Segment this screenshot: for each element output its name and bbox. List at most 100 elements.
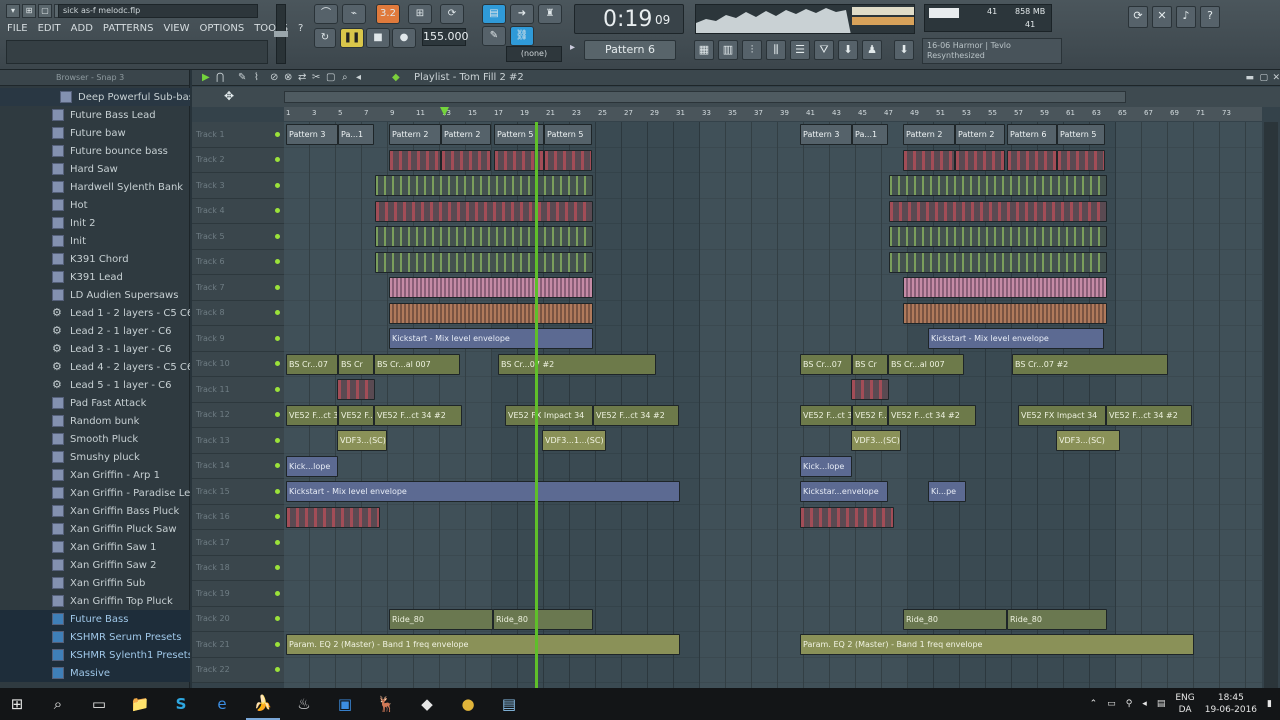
track-mute-led[interactable] xyxy=(275,463,280,469)
browser-item[interactable]: K391 Chord xyxy=(0,250,190,268)
stamp-icon[interactable]: ⬇ xyxy=(838,40,858,60)
playlist-clip[interactable]: BS Cr...07 xyxy=(286,353,338,375)
playlist-clip[interactable]: BS Cr...07 xyxy=(800,353,852,375)
browser-item[interactable]: Init 2 xyxy=(0,214,190,232)
playlist-clip[interactable]: Pattern 2 xyxy=(389,124,441,145)
horizontal-scroll-zoom[interactable]: ✥ xyxy=(192,87,1280,107)
search-icon[interactable]: ⌕ xyxy=(41,688,75,720)
restore-icon[interactable]: ▢ xyxy=(1259,70,1268,86)
playlist-clip[interactable]: Param. EQ 2 (Master) - Band 1 freq envel… xyxy=(800,634,1194,655)
playlist-clip[interactable]: Pattern 3 xyxy=(800,124,852,145)
browser-item[interactable]: Xan Griffin Saw 2 xyxy=(0,556,190,574)
snap-button[interactable]: ⊞ xyxy=(22,4,36,18)
language-indicator[interactable]: ENG DA xyxy=(1175,692,1194,716)
mixer-icon[interactable]: ⫼ xyxy=(766,40,786,60)
battery-icon[interactable]: ▭ xyxy=(1107,699,1116,709)
playlist-clip[interactable]: Pa...1 xyxy=(852,124,888,145)
track-header[interactable]: Track 15 xyxy=(192,479,284,505)
browser-item[interactable]: Xan Griffin Saw 1 xyxy=(0,538,190,556)
track-mute-led[interactable] xyxy=(275,514,280,520)
playlist-clip[interactable]: VE52 F...ct 34 #2 xyxy=(888,404,976,426)
playlist-clip[interactable]: VE52 F...ct 34 #2 xyxy=(338,404,374,426)
browser-item[interactable]: Xan Griffin Pluck Saw xyxy=(0,520,190,538)
playlist-clip[interactable]: Kick...lope xyxy=(286,455,338,477)
playlist-clip[interactable]: VE52 FX Impact 34 xyxy=(1018,404,1106,426)
typing-keyboard-button[interactable]: ▤ xyxy=(482,4,506,24)
track-mute-led[interactable] xyxy=(275,335,280,341)
track-header[interactable]: Track 11 xyxy=(192,377,284,403)
song-mode-button[interactable]: ↻ xyxy=(314,28,336,48)
stop-button[interactable]: ■ xyxy=(366,28,390,48)
track-header[interactable]: Track 3 xyxy=(192,173,284,199)
microphone-icon[interactable]: ♪ xyxy=(1176,6,1196,28)
playlist-clip-notes[interactable] xyxy=(903,277,1107,298)
playlist-clip[interactable]: Pa...1 xyxy=(338,124,374,145)
steam-icon[interactable]: ♨ xyxy=(287,688,321,720)
browser-item[interactable]: Xan Griffin - Paradise Lead xyxy=(0,484,190,502)
browser-item[interactable]: Xan Griffin Sub xyxy=(0,574,190,592)
playlist-clip[interactable]: BS Cr...07 #2 xyxy=(1012,353,1168,375)
speaker-tool-icon[interactable]: ◂ xyxy=(356,70,361,86)
tempo-tapper-icon[interactable]: ♟ xyxy=(862,40,882,60)
playlist-clip-notes[interactable] xyxy=(1007,149,1057,171)
playlist-clip[interactable]: Ride_80 xyxy=(389,608,493,630)
pattern-prev-icon[interactable]: ▸ xyxy=(570,42,582,58)
track-header[interactable]: Track 9 xyxy=(192,326,284,352)
timeline-ruler[interactable]: 1 3 5 7 9 11 13 15 17 19 21 23 25 27 29 31 33 35 37 39 41 43 4… xyxy=(284,107,1262,121)
pattern-selector[interactable]: Pattern 6 xyxy=(584,40,676,60)
step-edit-button[interactable]: ⊞ xyxy=(408,4,432,24)
track-mute-led[interactable] xyxy=(275,310,280,316)
menu-view[interactable]: VIEW xyxy=(163,22,191,35)
browser-item[interactable]: Random bunk xyxy=(0,412,190,430)
menu-arrow-button[interactable]: ▾ xyxy=(6,4,20,18)
playlist-clip[interactable]: Pattern 2 xyxy=(441,124,491,145)
track-header[interactable]: Track 21 xyxy=(192,632,284,658)
track-header[interactable]: Track 18 xyxy=(192,555,284,581)
browser-item[interactable]: Deep Powerful Sub-bass xyxy=(0,88,190,106)
browser-item[interactable]: KSHMR Sylenth1 Presets xyxy=(0,646,190,664)
notepad-icon[interactable]: ▤ xyxy=(492,688,526,720)
playlist-clip-notes[interactable] xyxy=(389,302,593,324)
play-arrow-icon[interactable]: ▶ xyxy=(202,70,210,86)
playlist-clip-notes[interactable] xyxy=(851,379,889,400)
playlist-clip[interactable]: VDF3...(SC) xyxy=(1056,430,1120,451)
track-header[interactable]: Track 6 xyxy=(192,249,284,275)
track-mute-led[interactable] xyxy=(275,259,280,265)
playlist-clip[interactable]: VE52 F...ct 34 #2 xyxy=(800,404,852,426)
track-header[interactable]: Track 22 xyxy=(192,657,284,683)
browser-icon[interactable]: ☰ xyxy=(790,40,810,60)
unity-icon[interactable]: ◆ xyxy=(410,688,444,720)
wait-button[interactable]: ⌁ xyxy=(342,4,366,24)
track-mute-led[interactable] xyxy=(275,565,280,571)
browser-item[interactable]: Init xyxy=(0,232,190,250)
track-header[interactable]: Track 12 xyxy=(192,402,284,428)
track-mute-led[interactable] xyxy=(275,437,280,443)
master-volume-slider[interactable] xyxy=(274,4,288,64)
browser-item[interactable]: Hard Saw xyxy=(0,160,190,178)
playlist-clip-notes[interactable] xyxy=(544,149,592,171)
track-header[interactable]: Track 19 xyxy=(192,581,284,607)
browser-item[interactable]: Xan Griffin Bass Pluck xyxy=(0,502,190,520)
track-header[interactable]: Track 1 xyxy=(192,122,284,148)
playlist-clip-notes[interactable] xyxy=(441,149,491,171)
track-header[interactable]: Track 4 xyxy=(192,198,284,224)
track-header[interactable]: Track 13 xyxy=(192,428,284,454)
metronome-button[interactable]: ⌒ xyxy=(314,4,338,24)
playlist-clip[interactable]: Ki...pe xyxy=(928,481,966,502)
move-cross-icon[interactable]: ✥ xyxy=(224,89,234,103)
browser-item[interactable]: K391 Lead xyxy=(0,268,190,286)
browser-item[interactable]: Future bounce bass xyxy=(0,142,190,160)
playlist-clip-notes[interactable] xyxy=(889,251,1107,273)
playlist-clip[interactable]: VE52 F...ct 34 #2 xyxy=(1106,404,1192,426)
track-mute-led[interactable] xyxy=(275,157,280,163)
playlist-clip-notes[interactable] xyxy=(286,506,380,528)
track-mute-led[interactable] xyxy=(275,488,280,494)
loop-record-button[interactable]: ⟳ xyxy=(440,4,464,24)
playlist-clip[interactable]: VE52 F...ct 34 #2 xyxy=(374,404,462,426)
track-mute-led[interactable] xyxy=(275,233,280,239)
menu-help[interactable]: ? xyxy=(297,22,304,35)
track-header[interactable]: Track 16 xyxy=(192,504,284,530)
playlist-clip[interactable]: BS Cr xyxy=(338,353,374,375)
zoom-tool-icon[interactable]: ⌕ xyxy=(342,70,348,86)
menu-add[interactable]: ADD xyxy=(70,22,94,35)
